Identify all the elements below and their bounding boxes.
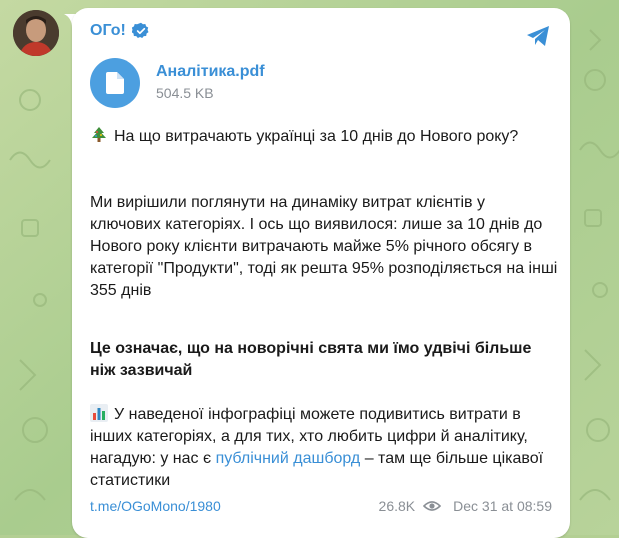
post-meta: 26.8K Dec 31 at 08:59 (379, 498, 552, 514)
post-paragraph-4: У наведеної інфографіці можете подивитис… (90, 404, 560, 492)
christmas-tree-icon (92, 127, 106, 142)
channel-name[interactable]: ОГо! (90, 22, 126, 40)
file-name[interactable]: Аналітика.pdf (156, 62, 265, 82)
post-link[interactable]: t.me/OGoMono/1980 (90, 498, 221, 514)
channel-avatar[interactable] (13, 10, 59, 56)
public-dashboard-link[interactable]: публічний дашборд (216, 450, 361, 467)
views-count: 26.8K (378, 498, 416, 514)
share-icon[interactable] (524, 22, 552, 50)
avatar-photo (13, 10, 59, 56)
post-paragraph-title: На що витрачають українці за 10 днів до … (90, 126, 560, 148)
paragraph-1-text: На що витрачають українці за 10 днів до … (114, 128, 519, 145)
file-attachment[interactable]: Аналітика.pdf 504.5 KB (90, 58, 265, 108)
post-header: ОГо! (90, 22, 150, 40)
verified-badge-icon (131, 22, 149, 39)
post-paragraph-3: Це означає, що на новорічні свята ми їмо… (90, 340, 532, 379)
message-bubble: ОГо! Аналітика.pdf 504.5 KB На що витрач… (72, 8, 570, 538)
document-icon[interactable] (90, 58, 140, 108)
post-paragraph-2: Ми вирішили поглянути на динаміку витрат… (90, 194, 558, 299)
bar-chart-icon (90, 404, 108, 422)
post-date: Dec 31 at 08:59 (453, 498, 552, 514)
eye-icon (423, 501, 442, 511)
post-footer: t.me/OGoMono/1980 26.8K Dec 31 at 08:59 (90, 498, 552, 514)
file-size: 504.5 KB (156, 85, 214, 101)
